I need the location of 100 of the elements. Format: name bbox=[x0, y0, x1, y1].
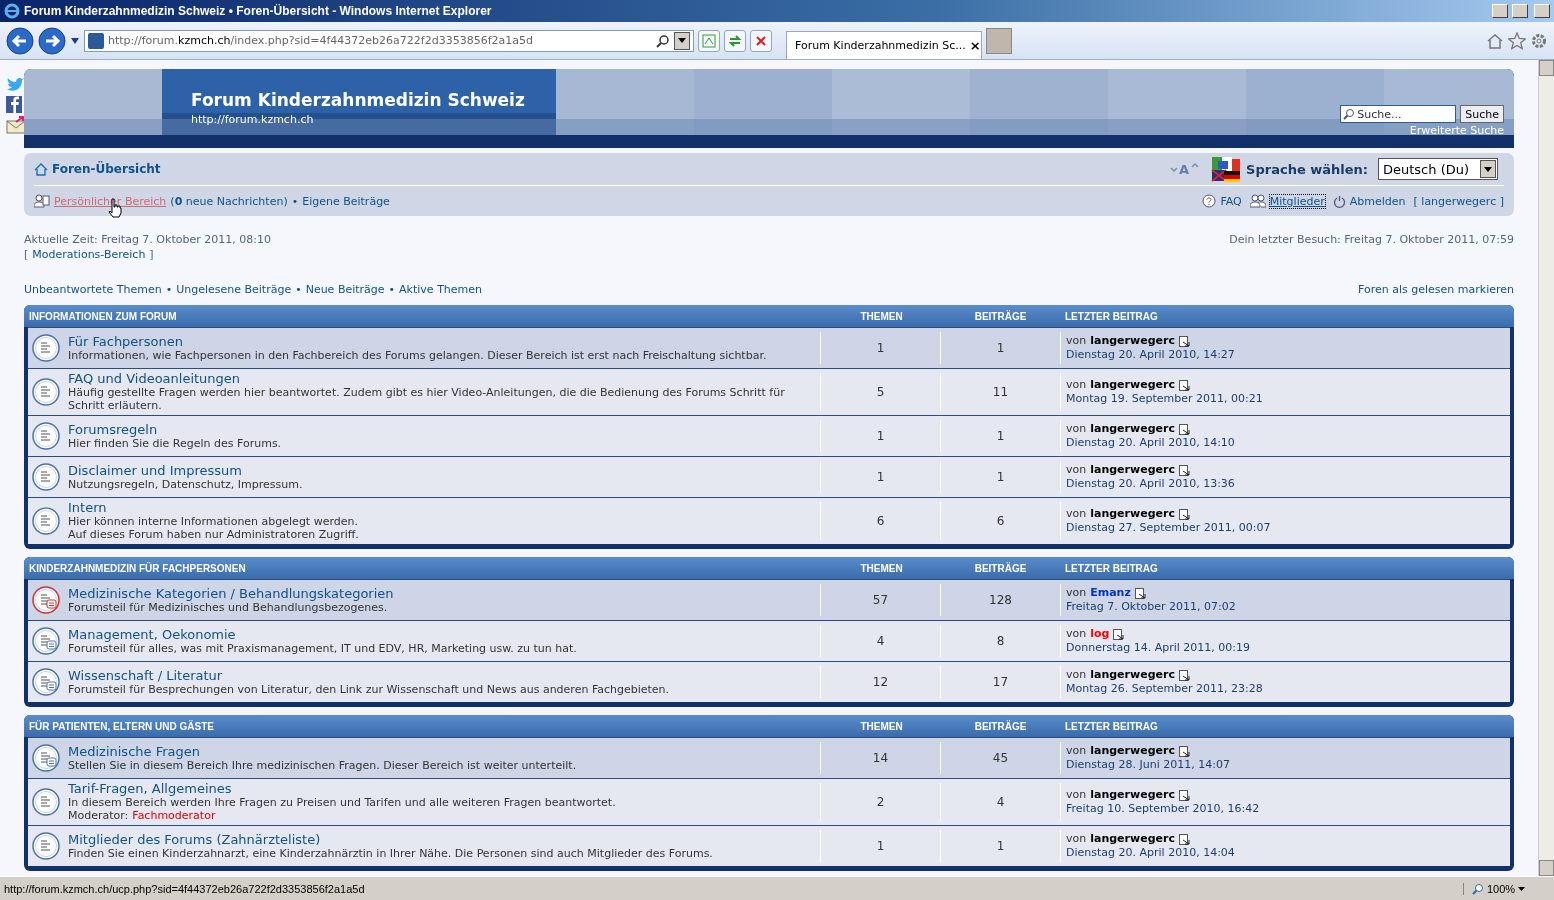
members-link[interactable]: Mitglieder bbox=[1269, 194, 1325, 208]
forum-row[interactable] bbox=[28, 368, 1510, 415]
new-tab-button[interactable] bbox=[986, 27, 1012, 54]
message-count: (0 neue Nachrichten) bbox=[170, 194, 288, 208]
forum-title-link[interactable]: Mitglieder des Forums (Zahnärzteliste) bbox=[68, 832, 713, 847]
by-label: von bbox=[1066, 586, 1087, 600]
goto-post-icon[interactable] bbox=[1178, 508, 1190, 520]
goto-post-icon[interactable] bbox=[1178, 335, 1190, 347]
author-link[interactable]: Emanz bbox=[1090, 586, 1131, 600]
home-icon[interactable] bbox=[1486, 31, 1504, 50]
forum-row[interactable]: Disclaimer und Impressum Nutzungsregeln, Datenschutz, Impressum. 1 1 von langerwegerc Dienstag 20. April 2010, 13:36 bbox=[28, 456, 1510, 497]
goto-post-icon[interactable] bbox=[1178, 745, 1190, 757]
topics-count: 5 bbox=[876, 385, 885, 399]
subforum-icon bbox=[32, 744, 60, 772]
forum-row[interactable]: Intern Hier können interne Informationen abgelegt werden. Auf dieses Forum haben nur Administratoren Zugriff. 6 6 von langerwegerc Dienstag 27. September 2011, 00:07 bbox=[28, 497, 1510, 544]
forum-row[interactable]: Medizinische Fragen Stellen Sie in diesem Bereich Ihre medizinischen Fragen. Dieser Bereich ist weiter unterteilt. 14 45 von langerwegerc Dienstag 28. Juni 2011, 14:07 bbox=[28, 737, 1510, 778]
minimize-button[interactable] bbox=[1492, 4, 1508, 18]
language-label: Sprache wählen: bbox=[1246, 161, 1368, 177]
caret-icon[interactable] bbox=[678, 38, 686, 43]
forum-title-link[interactable]: Disclaimer und Impressum bbox=[68, 463, 303, 478]
zoom-control[interactable]: 100% bbox=[1463, 882, 1550, 895]
forum-title-link[interactable]: Forumsregeln bbox=[68, 422, 282, 437]
forum-title-link[interactable]: Für Fachpersonen bbox=[68, 334, 767, 349]
search-icon[interactable] bbox=[656, 33, 670, 48]
current-time: Aktuelle Zeit: Freitag 7. Oktober 2011, 08:10 bbox=[24, 232, 271, 247]
caret-icon bbox=[1484, 166, 1492, 172]
category-title: FÜR PATIENTEN, ELTERN UND GÄSTE bbox=[28, 720, 215, 732]
goto-post-icon[interactable] bbox=[1134, 587, 1146, 599]
scrollbar[interactable] bbox=[1538, 60, 1554, 876]
author-link[interactable]: langerwegerc bbox=[1090, 788, 1175, 802]
author-link[interactable]: langerwegerc bbox=[1090, 463, 1175, 477]
close-button[interactable] bbox=[1534, 4, 1550, 18]
facebook-icon[interactable] bbox=[6, 96, 22, 113]
author-link[interactable]: langerwegerc bbox=[1090, 832, 1175, 846]
moderator-link[interactable]: Fachmoderator bbox=[132, 809, 216, 822]
author-link[interactable]: langerwegerc bbox=[1090, 744, 1175, 758]
author-link[interactable]: langerwegerc bbox=[1090, 507, 1175, 521]
forum-row[interactable] bbox=[28, 825, 1510, 866]
username-link[interactable]: [ langerwegerc ] bbox=[1413, 194, 1504, 208]
language-select[interactable]: Deutsch (Du) bbox=[1378, 158, 1498, 180]
posts-count: 8 bbox=[996, 634, 1005, 648]
column-header: BEITRÄGE bbox=[973, 562, 1028, 574]
forum-description: Hier können interne Informationen abgelegt werden. bbox=[68, 515, 359, 528]
forward-icon[interactable] bbox=[38, 26, 66, 55]
forum-title-link[interactable]: Management, Oekonomie bbox=[68, 627, 577, 642]
logout-link[interactable]: Abmelden bbox=[1349, 194, 1406, 208]
author-link[interactable]: langerwegerc bbox=[1090, 668, 1175, 682]
forum-row[interactable]: Für Fachpersonen Informationen, wie Fachpersonen in den Fachbereich des Forums gelangen. Dieser Bereich ist erst nach Freischaltung sichtbar. 1 1 von langerwegerc Dienstag 20. April 2010, 14:27 bbox=[28, 327, 1510, 368]
goto-post-icon[interactable] bbox=[1178, 833, 1190, 845]
back-icon[interactable] bbox=[6, 26, 34, 55]
forum-title-link[interactable]: Medizinische Kategorien / Behandlungskategorien bbox=[68, 586, 394, 601]
maximize-button[interactable] bbox=[1512, 4, 1528, 18]
topics-count: 1 bbox=[876, 341, 885, 355]
quick-link[interactable]: Ungelesene Beiträge bbox=[176, 282, 292, 297]
forum-row[interactable] bbox=[28, 778, 1510, 825]
subforum-icon bbox=[32, 627, 60, 655]
author-link[interactable]: langerwegerc bbox=[1090, 422, 1175, 436]
subforum-icon bbox=[32, 586, 60, 614]
mark-read-link[interactable]: Foren als gelesen markieren bbox=[1358, 282, 1514, 297]
star-icon[interactable] bbox=[1508, 31, 1526, 50]
goto-post-icon[interactable] bbox=[1178, 789, 1190, 801]
forum-row[interactable]: Forumsregeln Hier finden Sie die Regeln des Forums. 1 1 von langerwegerc Dienstag 20. April 2010, 14:10 bbox=[28, 415, 1510, 456]
goto-post-icon[interactable] bbox=[1178, 423, 1190, 435]
forum-description: Nutzungsregeln, Datenschutz, Impressum. bbox=[68, 477, 303, 491]
forum-index-link[interactable]: Foren-Übersicht bbox=[52, 162, 161, 176]
user-icon bbox=[34, 194, 50, 208]
author-link[interactable]: langerwegerc bbox=[1090, 378, 1175, 392]
forum-title-link[interactable]: Tarif-Fragen, Allgemeines bbox=[68, 782, 616, 796]
forum-title-link[interactable]: Wissenschaft / Literatur bbox=[68, 668, 670, 683]
own-posts-link[interactable]: Eigene Beiträge bbox=[302, 194, 390, 208]
settings-icon[interactable] bbox=[1530, 31, 1548, 50]
posts-count: 6 bbox=[996, 514, 1005, 528]
goto-post-icon[interactable] bbox=[1113, 628, 1125, 640]
faq-link[interactable]: FAQ bbox=[1220, 194, 1242, 208]
forum-row[interactable]: Wissenschaft / Literatur Forumsteil für Besprechungen von Literatur, den Link zur Wissenschaft und News aus anderen Fachgebieten. 12 17 von langerwegerc Montag 26. September 2011, 23:28 bbox=[28, 661, 1510, 702]
address-field[interactable]: http://forum.kzmch.ch/index.php?sid=4f44372eb26a722f2d3353856f2a1a5d bbox=[84, 29, 694, 52]
stop-button[interactable] bbox=[750, 29, 772, 52]
column-header: LETZTER BEITRAG bbox=[1064, 720, 1159, 732]
quick-link[interactable]: Aktive Themen bbox=[399, 282, 483, 297]
goto-post-icon[interactable] bbox=[1178, 464, 1190, 476]
quick-link[interactable]: Unbeantwortete Themen bbox=[24, 282, 162, 297]
forum-row[interactable]: Medizinische Kategorien / Behandlungskategorien Forumsteil für Medizinisches und Behandlungsbezogenes. 57 128 von Emanz Freitag 7. Oktober 2011, 07:02 bbox=[28, 579, 1510, 620]
browser-tab[interactable]: Forum Kinderzahnmedizin Sc... × bbox=[786, 31, 982, 59]
mail-icon[interactable] bbox=[6, 116, 26, 134]
moderation-link[interactable]: Moderations-Bereich bbox=[32, 247, 146, 262]
goto-post-icon[interactable] bbox=[1178, 379, 1190, 391]
refresh-button[interactable] bbox=[724, 29, 746, 52]
search-button[interactable]: Suche bbox=[1460, 105, 1504, 123]
forum-row[interactable]: Management, Oekonomie Forumsteil für alles, was mit Praxismanagement, IT und EDV, HR, Marketing usw. zu tun hat. 4 8 von log Donnerstag 14. April 2011, 00:19 bbox=[28, 620, 1510, 661]
quick-link[interactable]: Neue Beiträge bbox=[305, 282, 385, 297]
forum-title-link[interactable]: Medizinische Fragen bbox=[68, 744, 577, 759]
forum-title-link[interactable]: FAQ und Videoanleitungen bbox=[68, 372, 785, 386]
search-field[interactable]: Suche... bbox=[1340, 105, 1457, 123]
forum-title-link[interactable]: Intern bbox=[68, 501, 359, 515]
post-date: Montag 19. September 2011, 00:21 bbox=[1066, 392, 1264, 406]
goto-post-icon[interactable] bbox=[1178, 669, 1190, 681]
dropdown-icon[interactable] bbox=[70, 36, 80, 45]
author-link[interactable]: langerwegerc bbox=[1090, 334, 1175, 348]
separator: • bbox=[295, 282, 302, 297]
post-date: Dienstag 20. April 2010, 13:36 bbox=[1066, 477, 1236, 491]
